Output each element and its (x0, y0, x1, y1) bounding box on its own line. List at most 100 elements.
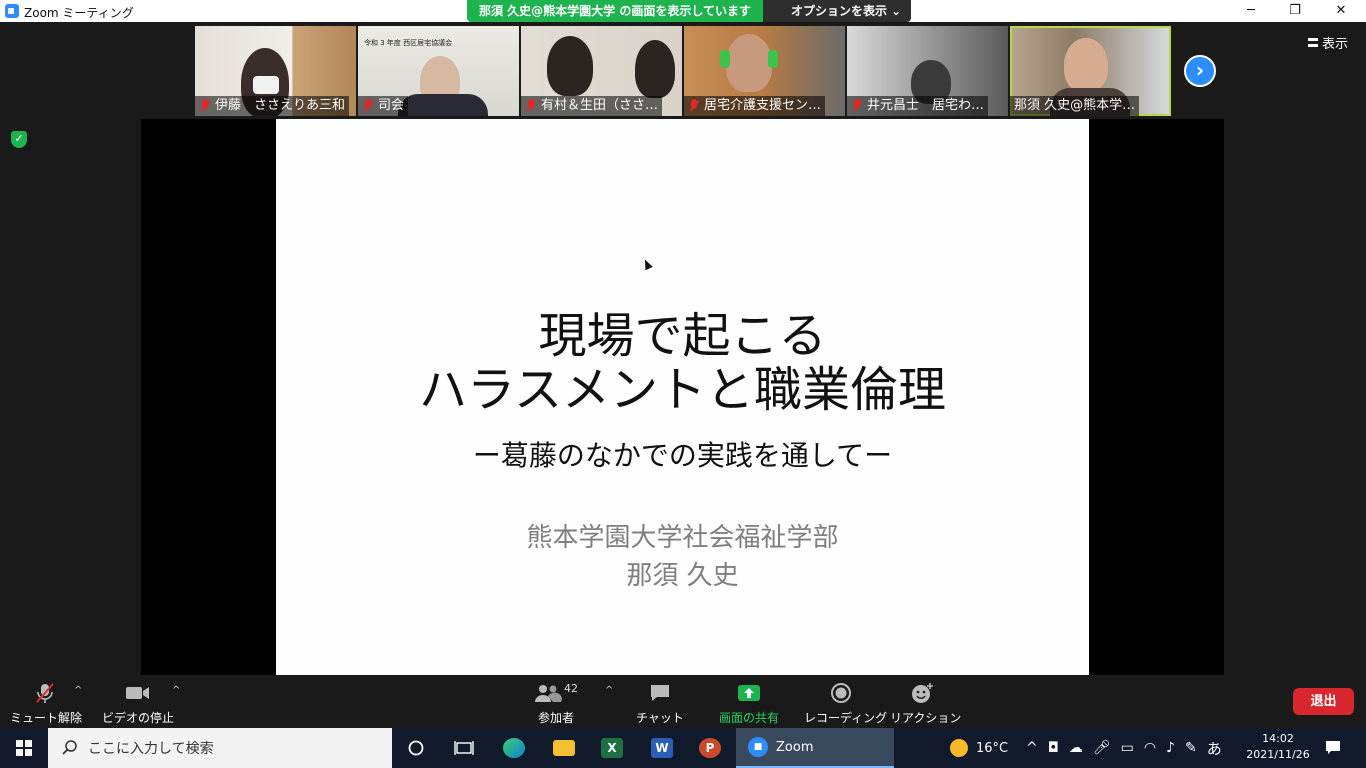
mask (253, 76, 279, 94)
zoom-app-icon (5, 4, 19, 18)
mic-muted-icon (10, 681, 80, 705)
encryption-shield-icon[interactable]: ✓ (11, 131, 27, 148)
task-view-icon (454, 741, 474, 755)
battery-icon[interactable]: ▭ (1121, 740, 1134, 756)
view-label: 表示 (1322, 37, 1349, 52)
zoom-camera-icon: ■ (748, 737, 768, 757)
meet-now-icon[interactable]: ◘ (1048, 740, 1059, 756)
taskbar-clock[interactable]: 14:02 2021/11/26 (1246, 731, 1310, 763)
slide-title-line2: ハラスメントと職業倫理 (418, 362, 947, 418)
headset (720, 50, 730, 68)
minimize-button[interactable]: ─ (1228, 0, 1274, 22)
notification-icon (1326, 741, 1340, 754)
explorer-taskbar-button[interactable] (540, 728, 588, 768)
cortana-button[interactable] (392, 728, 440, 768)
edge-icon (503, 738, 525, 758)
slide-title-line1: 現場で起こる (538, 308, 827, 364)
onedrive-cloud-icon[interactable]: ☁ (1069, 740, 1083, 756)
word-taskbar-button[interactable]: W (638, 728, 686, 768)
clock-time: 14:02 (1262, 732, 1294, 745)
mic-muted-icon (362, 99, 374, 113)
participant-body (398, 94, 488, 116)
participant-name: 有村＆生田（ささ… (541, 98, 659, 113)
start-button[interactable] (0, 728, 48, 768)
participant-tile[interactable]: 居宅介護支援セン… (684, 26, 845, 116)
windows-taskbar: ここに入力して検索 X W P ■ Zoom 16°C ^ ◘ ☁ 🎤︎ ▭ ◠… (0, 728, 1366, 768)
microphone-icon[interactable]: 🎤︎ (1093, 740, 1111, 756)
search-icon (62, 740, 77, 755)
slide-subtitle: ー葛藤のなかでの実践を通してー (472, 439, 893, 472)
chat-button[interactable]: チャット (636, 681, 684, 726)
smiley-icon (890, 681, 954, 705)
event-sign: 令和 3 年度 西区居宅協議会 (364, 39, 453, 47)
show-hidden-icons-chevron-icon[interactable]: ^ (1026, 740, 1038, 756)
view-options-button[interactable]: オプションを表示 ⌄ (763, 0, 912, 22)
video-camera-icon (100, 681, 176, 705)
headset (768, 50, 778, 68)
share-screen-icon (714, 681, 784, 705)
excel-taskbar-button[interactable]: X (588, 728, 636, 768)
meeting-toolbar: ミュート解除 ^ ビデオの停止 ^ 42 参加者 ^ チャット 画面の共有 レコ… (0, 675, 1366, 728)
zoom-taskbar-label: Zoom (776, 739, 814, 755)
chat-label: チャット (636, 711, 684, 725)
windows-logo-icon (16, 740, 32, 756)
sun-icon (950, 739, 968, 757)
participants-caret-icon[interactable]: ^ (605, 685, 613, 696)
participants-button[interactable]: 42 参加者 (528, 681, 584, 726)
close-button[interactable]: ✕ (1318, 0, 1364, 22)
participants-label: 参加者 (537, 711, 574, 725)
participant-tile-active-speaker[interactable]: 那須 久史@熊本学… (1010, 26, 1171, 116)
video-options-caret-icon[interactable]: ^ (172, 685, 180, 696)
participant-name: 井元昌士 居宅わ… (867, 98, 985, 113)
participant-tile[interactable]: 令和 3 年度 西区居宅協議会 司会 (358, 26, 519, 116)
sharing-status-text: 那須 久史@熊本学園大学 の画面を表示しています (467, 0, 763, 22)
participant-video (547, 36, 593, 96)
excel-icon: X (601, 738, 623, 758)
participant-count: 42 (564, 681, 578, 695)
chat-bubble-icon (636, 681, 684, 705)
wifi-icon[interactable]: ◠ (1144, 740, 1156, 756)
word-icon: W (651, 738, 673, 758)
share-screen-label: 画面の共有 (718, 711, 779, 725)
task-view-button[interactable] (440, 728, 488, 768)
reactions-button[interactable]: リアクション (890, 681, 962, 726)
participants-icon: 42 (528, 681, 584, 705)
stop-video-button[interactable]: ビデオの停止 (100, 681, 176, 726)
ime-indicator[interactable]: あ (1207, 738, 1222, 759)
powerpoint-icon: P (699, 738, 721, 758)
participant-tile[interactable]: 有村＆生田（ささ… (521, 26, 682, 116)
leave-button[interactable]: 退出 (1293, 688, 1354, 715)
mic-muted-icon (199, 99, 211, 113)
taskbar-search-box[interactable]: ここに入力して検索 (48, 728, 392, 768)
view-button[interactable]: 表示 (1308, 33, 1348, 52)
recording-button[interactable]: レコーディング (804, 681, 887, 726)
mic-muted-icon (688, 99, 700, 113)
weather-widget[interactable]: 16°C (950, 728, 1008, 768)
share-screen-button[interactable]: 画面の共有 (714, 681, 784, 726)
slide-organization: 熊本学園大学社会福祉学部 (526, 523, 839, 553)
folder-icon (553, 740, 575, 756)
participant-tile[interactable]: 井元昌士 居宅わ… (847, 26, 1008, 116)
mic-muted-icon (525, 99, 537, 113)
participant-tile[interactable]: 伊藤 ささえりあ三和 (195, 26, 356, 116)
participant-name: 伊藤 ささえりあ三和 (215, 98, 346, 113)
search-placeholder: ここに入力して検索 (88, 741, 214, 757)
pen-icon[interactable]: ✎ (1185, 740, 1197, 756)
edge-taskbar-button[interactable] (490, 728, 538, 768)
audio-options-caret-icon[interactable]: ^ (74, 685, 82, 696)
restore-button[interactable]: ❐ (1272, 0, 1318, 22)
slide-author: 那須 久史 (626, 561, 739, 591)
participant-strip: 伊藤 ささえりあ三和 令和 3 年度 西区居宅協議会 司会 有村＆生田（ささ… … (195, 26, 1171, 116)
reactions-label: リアクション (890, 711, 962, 725)
powerpoint-taskbar-button[interactable]: P (686, 728, 734, 768)
participant-video (635, 40, 675, 98)
next-page-button[interactable]: › (1184, 55, 1216, 87)
unmute-button[interactable]: ミュート解除 (10, 681, 82, 726)
participant-video (726, 34, 772, 92)
volume-icon[interactable]: ♪ (1166, 740, 1175, 756)
zoom-taskbar-button[interactable]: ■ Zoom (736, 728, 894, 768)
participant-name: 司会 (378, 98, 405, 113)
zoom-window: Zoom ミーティング ─ ❐ ✕ 那須 久史@熊本学園大学 の画面を表示してい… (0, 0, 1366, 728)
clock-date: 2021/11/26 (1246, 748, 1310, 761)
notification-center-button[interactable] (1310, 728, 1356, 768)
